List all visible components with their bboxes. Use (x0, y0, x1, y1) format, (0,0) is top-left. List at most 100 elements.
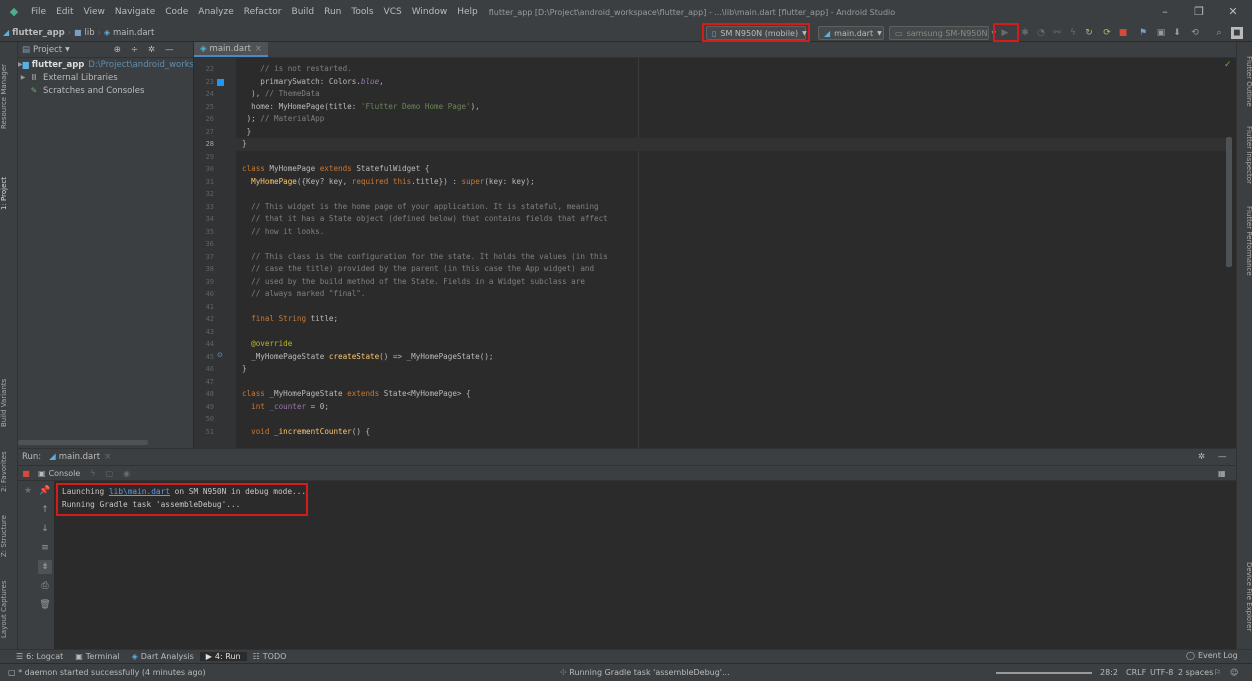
layout-icon[interactable]: ▦ (1218, 469, 1226, 478)
caret-position[interactable]: 28:2 (1100, 668, 1118, 677)
tool-tab-flutter-outline[interactable]: Flutter Outline (1239, 56, 1252, 116)
stop-icon[interactable]: ■ (18, 469, 34, 478)
tool-tab-terminal[interactable]: ▣ Terminal (69, 652, 125, 661)
horizontal-scrollbar[interactable] (18, 440, 148, 445)
attach-debugger-icon[interactable]: ⚯ (1051, 27, 1063, 39)
project-view-selector[interactable]: Project (33, 45, 62, 55)
menu-help[interactable]: Help (452, 7, 483, 17)
debug-icon[interactable]: ✱ (1019, 27, 1031, 39)
flutter-inspector-icon[interactable]: ⚑ (1137, 27, 1149, 39)
close-tab-icon[interactable]: × (255, 44, 262, 54)
inspector-icon[interactable]: ☺ (1230, 668, 1238, 677)
code-line: // This widget is the home page of your … (251, 201, 599, 211)
tool-tab-layout-captures[interactable]: Layout Captures (0, 576, 18, 642)
menu-run[interactable]: Run (319, 7, 346, 17)
menu-file[interactable]: File (26, 7, 51, 17)
run-configuration-selector[interactable]: ◢ main.dart ▼ (818, 26, 884, 40)
menu-build[interactable]: Build (287, 7, 320, 17)
hot-restart-icon[interactable]: ↻ (1083, 27, 1095, 39)
run-tool-window: Run: ◢ main.dart × ✲ — ■ ▣ Console ϟ ▢ ◉… (18, 448, 1236, 650)
tool-tab-dart-analysis[interactable]: ◈ Dart Analysis (126, 652, 200, 661)
override-marker-icon[interactable]: ⊙ (217, 351, 223, 359)
menu-vcs[interactable]: VCS (379, 7, 407, 17)
menu-code[interactable]: Code (160, 7, 193, 17)
menu-tools[interactable]: Tools (346, 7, 378, 17)
folder-icon: ■ (73, 28, 82, 37)
stop-icon[interactable]: ■ (1117, 27, 1129, 39)
tree-item-flutter-app[interactable]: ▶ ▆ flutter_app D:\Project\android_works… (18, 58, 193, 71)
file-encoding[interactable]: UTF-8 (1150, 668, 1173, 677)
vertical-scrollbar[interactable] (1226, 137, 1232, 267)
hot-reload-icon[interactable]: ϟ (1067, 27, 1079, 39)
run-tab-main-dart[interactable]: ◢ main.dart × (49, 452, 111, 462)
tree-item-scratches[interactable]: ✎ Scratches and Consoles (18, 84, 193, 97)
tool-tab-device-file-explorer[interactable]: Device File Explorer (1239, 562, 1252, 648)
apply-changes-icon[interactable]: ⟳ (1101, 27, 1113, 39)
background-task-status[interactable]: ✣ Running Gradle task 'assembleDebug'... (560, 668, 730, 677)
clear-all-icon[interactable]: 🗑 (38, 598, 52, 612)
close-button[interactable]: ✕ (1216, 0, 1250, 24)
tool-tab-flutter-inspector[interactable]: Flutter Inspector (1239, 126, 1252, 198)
breadcrumb-lib[interactable]: ■ lib (71, 28, 98, 38)
close-tab-icon[interactable]: × (104, 452, 111, 462)
tree-item-external-libraries[interactable]: ▶ Ⅲ External Libraries (18, 71, 193, 84)
maximize-button[interactable]: ❐ (1182, 0, 1216, 24)
console-tab[interactable]: ▣ Console (38, 469, 80, 478)
tool-tab-run[interactable]: ▶ 4: Run (199, 652, 247, 661)
avd-manager-icon[interactable]: ▣ (1155, 27, 1167, 39)
breadcrumb-file[interactable]: ◈ main.dart (101, 28, 158, 38)
breadcrumb-project[interactable]: ◢ flutter_app (0, 28, 68, 38)
terminal-icon: ▣ (75, 652, 83, 661)
code-area[interactable]: // is not restarted. primarySwatch: Colo… (236, 58, 1236, 448)
indent-setting[interactable]: 2 spaces (1178, 668, 1213, 677)
gear-icon[interactable]: ✲ (148, 45, 155, 55)
color-swatch-icon[interactable] (217, 78, 224, 86)
tool-tab-todo[interactable]: ☷ TODO (247, 652, 293, 661)
minimize-button[interactable]: – (1148, 0, 1182, 24)
menu-edit[interactable]: Edit (51, 7, 78, 17)
tool-tab-favorites[interactable]: 2: Favorites (0, 444, 18, 500)
hot-reload-icon[interactable]: ϟ (90, 469, 95, 478)
soft-wrap-icon[interactable]: ≡ (38, 541, 52, 555)
menu-analyze[interactable]: Analyze (193, 7, 238, 17)
tool-tab-resource-manager[interactable]: Resource Manager (0, 56, 18, 136)
hide-panel-icon[interactable]: — (165, 45, 174, 55)
search-icon[interactable]: ⌕ (1213, 27, 1225, 39)
device-icon: ▭ (895, 28, 903, 38)
run-icon[interactable]: ▶ (999, 27, 1011, 39)
menu-navigate[interactable]: Navigate (110, 7, 160, 17)
sync-icon[interactable]: ⟲ (1189, 27, 1201, 39)
pin-icon[interactable]: 📌 (38, 484, 52, 498)
sdk-manager-icon[interactable]: ⬇ (1171, 27, 1183, 39)
profile-icon[interactable]: ◔ (1035, 27, 1047, 39)
account-icon[interactable]: ◼ (1231, 27, 1243, 39)
menu-view[interactable]: View (79, 7, 110, 17)
performance-overlay-icon[interactable]: ◉ (123, 469, 130, 478)
lock-icon[interactable]: ⚐ (1214, 668, 1221, 677)
target-icon[interactable]: ⊕ (114, 45, 121, 55)
open-devtools-icon[interactable]: ▢ (106, 469, 114, 478)
line-number: 51 (205, 427, 214, 436)
tool-tab-flutter-performance[interactable]: Flutter Performance (1239, 206, 1252, 292)
editor-tab-main-dart[interactable]: ◈ main.dart × (194, 42, 269, 57)
tool-tab-project[interactable]: 1: Project (0, 168, 18, 220)
tool-tab-build-variants[interactable]: Build Variants (0, 372, 18, 434)
up-arrow-icon[interactable]: ↑ (38, 503, 52, 517)
line-separator[interactable]: CRLF (1126, 668, 1146, 677)
down-arrow-icon[interactable]: ↓ (38, 522, 52, 536)
scroll-to-end-icon[interactable]: ⇟ (38, 560, 52, 574)
line-number: 42 (205, 315, 214, 323)
rerun-icon[interactable]: ★ (21, 484, 35, 498)
tool-tab-logcat[interactable]: ☰ 6: Logcat (10, 652, 69, 661)
target-device-selector[interactable]: ▭ samsung SM-N950N ▼ (889, 26, 996, 40)
menu-refactor[interactable]: Refactor (239, 7, 287, 17)
hide-panel-icon[interactable]: — (1218, 452, 1227, 462)
line-number: 39 (205, 277, 214, 286)
tool-tab-structure[interactable]: Z: Structure (0, 508, 18, 564)
event-log-button[interactable]: ◯ Event Log (1180, 651, 1244, 660)
menu-window[interactable]: Window (407, 7, 453, 17)
gear-icon[interactable]: ✲ (1198, 452, 1205, 462)
line-number: 44 (205, 340, 214, 348)
print-icon[interactable]: ⎙ (38, 579, 52, 593)
collapse-all-icon[interactable]: ÷ (131, 45, 138, 55)
